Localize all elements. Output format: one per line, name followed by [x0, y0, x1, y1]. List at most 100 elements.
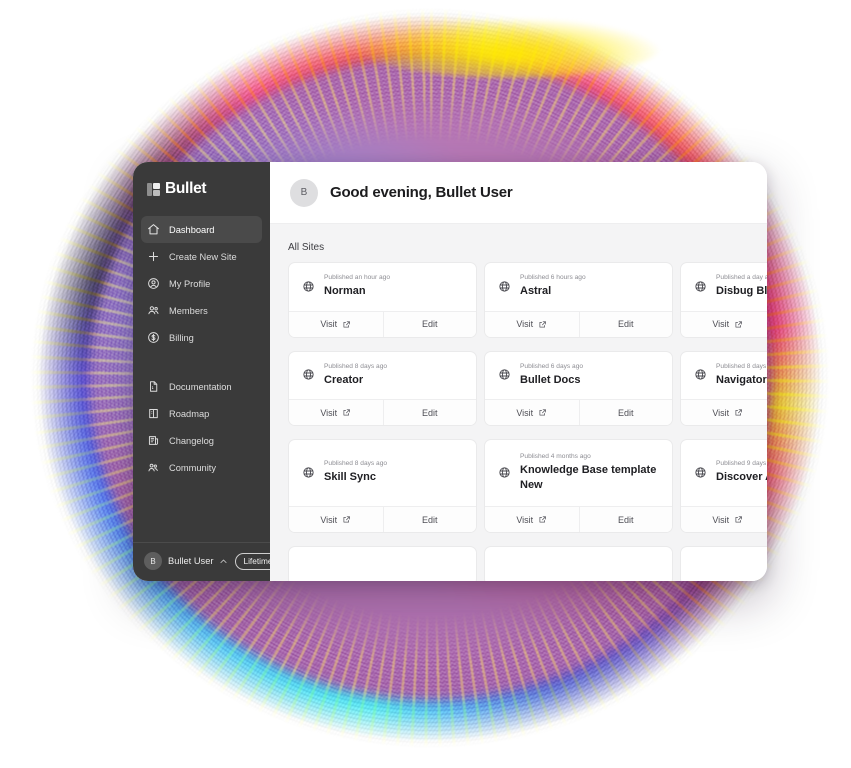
site-card-actions: Visit Edit: [289, 310, 476, 337]
visit-label: Visit: [516, 319, 534, 330]
external-link-icon: [343, 516, 351, 523]
site-card[interactable]: Published 6 days ago Bullet Docs Visit E…: [484, 350, 673, 427]
site-published-label: Published a day ago: [716, 274, 767, 281]
edit-button[interactable]: Edit: [382, 311, 476, 337]
site-card-body: Published 6 days ago Bullet Docs: [485, 352, 672, 400]
visit-button[interactable]: Visit: [485, 400, 579, 426]
visit-label: Visit: [320, 514, 338, 525]
edit-button[interactable]: Edit: [578, 311, 672, 337]
visit-button[interactable]: Visit: [289, 400, 383, 426]
edit-button[interactable]: Edit: [382, 507, 476, 533]
edit-label: Edit: [421, 319, 438, 330]
sidebar-item-changelog[interactable]: Changelog: [141, 427, 262, 454]
sites-grid-next-row-clipped: [288, 546, 767, 581]
site-card-actions: Visit Edit: [289, 399, 476, 426]
visit-button[interactable]: Visit: [485, 507, 579, 533]
edit-button[interactable]: Edit: [382, 400, 476, 426]
site-card[interactable]: Published a day ago Disbug Blog Visit: [680, 262, 767, 338]
avatar: B: [144, 552, 162, 570]
visit-button[interactable]: Visit: [681, 507, 767, 533]
external-link-icon: [343, 320, 351, 328]
site-card[interactable]: [288, 546, 477, 581]
site-card-actions: Visit Edit: [681, 506, 767, 533]
site-name: Norman: [324, 285, 366, 297]
primary-nav: Dashboard Create New Site My Profile Mem…: [133, 212, 270, 481]
sidebar-user-menu[interactable]: B Bullet User Lifetime: [133, 542, 281, 581]
site-name: Disbug Blog: [716, 285, 767, 297]
visit-label: Visit: [320, 407, 338, 418]
sidebar-item-label: Billing: [169, 332, 194, 343]
site-card-body: Published 8 days ago Skill Sync: [289, 440, 476, 506]
site-card[interactable]: Published an hour ago Norman Visit Edit: [288, 262, 477, 338]
site-card-meta: Published a day ago Disbug Blog: [716, 274, 767, 299]
sidebar-item-create-new-site[interactable]: Create New Site: [141, 243, 262, 270]
site-published-label: Published 4 months ago: [520, 453, 591, 461]
edit-label: Edit: [421, 407, 438, 418]
edit-button[interactable]: Edit: [578, 507, 672, 533]
globe-icon: [302, 280, 315, 293]
visit-button[interactable]: Visit: [485, 311, 579, 337]
sidebar-item-label: My Profile: [169, 278, 211, 289]
news-icon: [147, 434, 160, 447]
sidebar-item-members[interactable]: Members: [141, 297, 262, 324]
site-card-actions: Visit Edit: [485, 399, 672, 426]
visit-button[interactable]: Visit: [289, 311, 383, 337]
external-link-icon: [735, 320, 743, 328]
site-card[interactable]: Published 8 days ago Creator Visit Edit: [288, 350, 477, 427]
visit-label: Visit: [516, 514, 534, 525]
site-published-label: Published 8 days ago: [324, 460, 388, 468]
site-card[interactable]: Published 8 days ago Navigator Visit: [680, 350, 767, 427]
site-card[interactable]: Published 8 days ago Skill Sync Visit Ed…: [288, 439, 477, 534]
site-card[interactable]: Published 4 months ago Knowledge Base te…: [484, 439, 673, 534]
edit-label: Edit: [617, 319, 634, 330]
sidebar: Bullet Dashboard Create New Site My Prof…: [133, 162, 281, 581]
site-card-body: Published 8 days ago Navigator: [681, 352, 767, 400]
site-card-meta: Published 8 days ago Creator: [324, 363, 387, 388]
sidebar-item-label: Documentation: [169, 381, 232, 392]
site-card-meta: Published 9 days ago Discover All: [716, 460, 767, 485]
site-card-body: Published 8 days ago Creator: [289, 352, 476, 400]
sidebar-item-roadmap[interactable]: Roadmap: [141, 400, 262, 427]
external-link-icon: [539, 320, 547, 328]
site-card-actions: Visit Edit: [485, 310, 672, 337]
site-card[interactable]: [484, 546, 673, 581]
sidebar-item-billing[interactable]: Billing: [141, 324, 262, 351]
map-icon: [147, 407, 160, 420]
visit-button[interactable]: Visit: [681, 311, 767, 337]
site-card-meta: Published an hour ago Norman: [324, 274, 390, 299]
site-published-label: Published 8 days ago: [324, 362, 388, 370]
visit-label: Visit: [320, 319, 338, 330]
visit-label: Visit: [516, 407, 534, 418]
user-circle-icon: [147, 277, 160, 290]
brand[interactable]: Bullet: [133, 162, 270, 212]
site-card-body: Published an hour ago Norman: [289, 263, 476, 311]
site-card[interactable]: Published 6 hours ago Astral Visit Edit: [484, 262, 673, 338]
sidebar-item-community[interactable]: Community: [141, 454, 262, 481]
external-link-icon: [735, 516, 743, 523]
visit-button[interactable]: Visit: [681, 400, 767, 426]
external-link-icon: [539, 516, 547, 523]
community-icon: [147, 461, 160, 474]
sidebar-item-label: Members: [169, 305, 208, 316]
site-card[interactable]: Published 9 days ago Discover All Visit: [680, 439, 767, 534]
sidebar-item-label: Roadmap: [169, 408, 210, 419]
sites-grid: Published an hour ago Norman Visit Edit …: [288, 262, 767, 534]
dollar-circle-icon: [147, 331, 160, 344]
home-icon: [147, 223, 160, 236]
site-card-meta: Published 6 hours ago Astral: [520, 274, 586, 299]
globe-icon: [498, 368, 511, 381]
sidebar-item-my-profile[interactable]: My Profile: [141, 270, 262, 297]
sidebar-user-name: Bullet User: [168, 556, 214, 566]
site-published-label: Published 9 days ago: [716, 460, 767, 468]
sidebar-item-documentation[interactable]: Documentation: [141, 373, 262, 400]
avatar[interactable]: B: [290, 178, 318, 207]
visit-button[interactable]: Visit: [289, 507, 383, 533]
blob-yellow-highlight: [360, 18, 660, 78]
sidebar-item-label: Create New Site: [169, 251, 237, 262]
globe-icon: [498, 280, 511, 293]
document-icon: [147, 380, 160, 393]
chevron-up-icon[interactable]: [219, 557, 228, 566]
edit-button[interactable]: Edit: [578, 400, 672, 426]
sidebar-item-dashboard[interactable]: Dashboard: [141, 216, 262, 243]
site-card[interactable]: [680, 546, 767, 581]
